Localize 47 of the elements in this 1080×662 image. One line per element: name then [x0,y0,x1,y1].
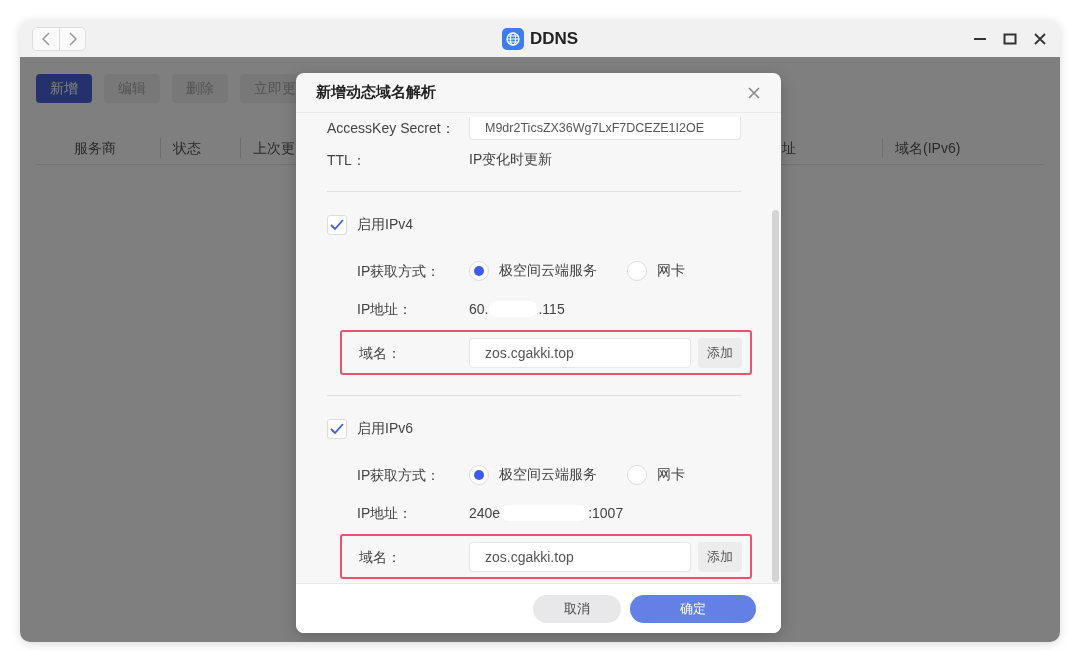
radio-button[interactable] [627,261,647,281]
secret-field[interactable]: M9dr2TicsZX36Wg7LxF7DCEZE1I2OE [469,116,741,140]
column-header: 服务商 [73,138,117,158]
radio-label: 网卡 [657,262,685,280]
field-label: IP地址： [357,504,414,522]
ip-address-start: 60. [469,301,489,317]
maximize-icon [1003,31,1017,46]
radio-label: 极空间云端服务 [499,262,597,280]
checkbox[interactable] [327,215,347,235]
confirm-button[interactable]: 确定 [630,594,756,623]
column-header: 址 [781,138,797,158]
radio-button[interactable] [469,261,489,281]
window-title: DDNS [529,28,579,49]
ip-address-end: .115 [538,301,565,317]
cancel-button[interactable]: 取消 [533,594,621,623]
close-icon [1033,31,1047,46]
field-label: IP地址： [357,300,414,318]
checkmark-icon [330,219,344,231]
column-header: 状态 [160,137,240,158]
field-label: 域名： [359,343,402,362]
close-button[interactable] [1032,30,1048,47]
add-button[interactable]: 添加 [698,337,742,368]
radio-button[interactable] [469,465,489,485]
add-button[interactable]: 添加 [698,541,742,572]
globe-icon [501,27,524,50]
radio-button[interactable] [627,465,647,485]
ip-address-start: 240e [469,505,501,521]
checkbox-label: 启用IPv4 [357,216,413,234]
checkmark-icon [330,423,344,435]
column-header: 域名(IPv6) [882,137,1044,158]
field-label: 域名： [359,547,402,566]
chevron-left-icon [41,31,51,46]
radio-label: 极空间云端服务 [499,466,597,484]
chevron-right-icon [67,31,78,46]
minimize-icon [974,37,986,40]
domain-field[interactable]: zos.cgakki.top [469,337,691,368]
field-label: IP获取方式： [357,262,442,280]
ip-address-end: :1007 [588,505,624,521]
checkbox[interactable] [327,419,347,439]
scrollbar[interactable] [772,210,779,582]
domain-field[interactable]: zos.cgakki.top [469,541,691,572]
close-icon [747,85,761,100]
radio-label: 网卡 [657,466,685,484]
checkbox-label: 启用IPv6 [357,420,413,438]
field-label: IP获取方式： [357,466,442,484]
dialog-title: 新增动态域名解析 [316,83,436,102]
field-label: AccessKey Secret： [327,119,456,137]
